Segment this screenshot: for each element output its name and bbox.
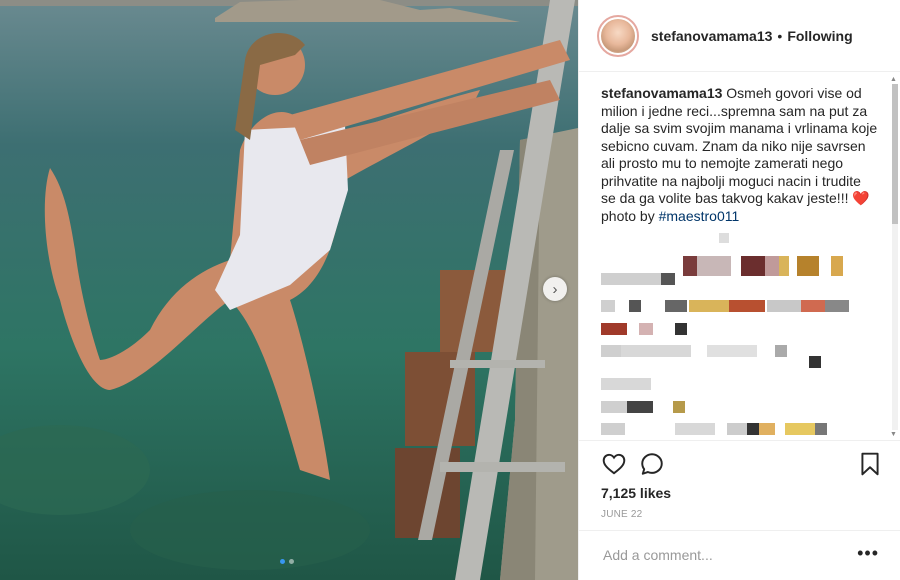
carousel-dot: [289, 559, 294, 564]
chevron-right-icon: ›: [552, 280, 558, 298]
post-panel: stefanovamama13 • Following stefanovamam…: [578, 0, 900, 580]
carousel-indicator: [280, 559, 294, 564]
caption-hashtag[interactable]: #maestro011: [659, 208, 740, 224]
comment-input[interactable]: [601, 546, 835, 564]
post-photo[interactable]: ›: [0, 0, 578, 580]
likes-count[interactable]: 7,125 likes: [601, 485, 671, 501]
caption: stefanovamama13 Osmeh govori vise od mil…: [579, 73, 900, 225]
caption-text: Osmeh govori vise od milion i jedne reci…: [601, 85, 878, 206]
scroll-down-icon[interactable]: ▼: [890, 431, 897, 438]
avatar[interactable]: [597, 14, 639, 57]
comment-icon[interactable]: [639, 451, 665, 477]
heart-icon[interactable]: [601, 451, 627, 477]
carousel-next-button[interactable]: ›: [543, 277, 567, 301]
caption-photo-by: photo by: [601, 207, 655, 224]
header-username[interactable]: stefanovamama13: [651, 28, 772, 44]
more-options-icon[interactable]: •••: [857, 543, 879, 564]
heart-emoji: ❤️: [852, 190, 870, 206]
comments-section[interactable]: stefanovamama13 Osmeh govori vise od mil…: [579, 73, 900, 439]
bookmark-icon[interactable]: [857, 451, 883, 477]
post-header: stefanovamama13 • Following: [579, 0, 900, 72]
scroll-up-icon[interactable]: ▲: [890, 76, 897, 83]
follow-button[interactable]: Following: [787, 28, 852, 44]
caption-username[interactable]: stefanovamama13: [601, 85, 722, 101]
add-comment-bar: •••: [579, 530, 900, 580]
scrollbar-thumb[interactable]: [892, 84, 898, 224]
photo-illustration: [0, 0, 578, 580]
header-separator: •: [777, 27, 783, 44]
comments-scrollbar[interactable]: ▲ ▼: [889, 76, 899, 438]
carousel-dot-active: [280, 559, 285, 564]
post-date[interactable]: JUNE 22: [601, 509, 642, 520]
